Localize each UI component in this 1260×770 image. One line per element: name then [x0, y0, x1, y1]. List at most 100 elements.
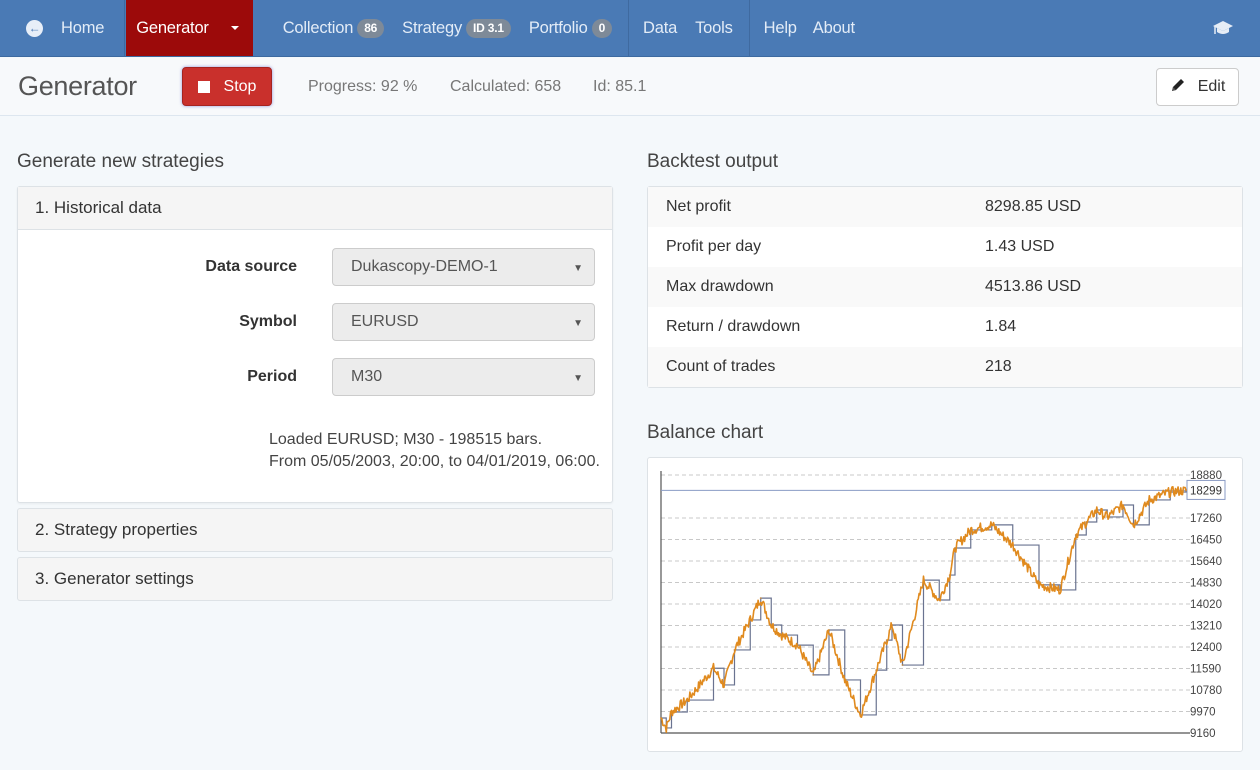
stop-button[interactable]: Stop: [182, 67, 272, 106]
nav-portfolio[interactable]: Portfolio 0: [517, 0, 628, 56]
nav-home[interactable]: ← Home: [0, 0, 124, 56]
balance-point: [969, 528, 972, 531]
balance-point: [1095, 509, 1098, 512]
period-select[interactable]: M30 ▼: [332, 358, 595, 396]
balance-point: [1106, 515, 1109, 518]
historical-data-heading[interactable]: 1. Historical data: [18, 187, 612, 230]
caret-down-icon: ▼: [573, 318, 583, 329]
loaded-data-info: Loaded EURUSD; M30 - 198515 bars. From 0…: [269, 429, 600, 473]
strategy-properties-panel[interactable]: 2. Strategy properties: [17, 508, 613, 552]
stat-row-count-of-trades: Count of trades 218: [648, 347, 1242, 387]
strategy-id-badge: ID 3.1: [466, 18, 511, 38]
balance-point: [891, 623, 893, 626]
balance-step-line: [661, 490, 1187, 729]
stat-row-return-drawdown: Return / drawdown 1.84: [648, 307, 1242, 347]
balance-point: [922, 579, 925, 582]
data-source-select[interactable]: Dukascopy-DEMO-1 ▼: [332, 248, 595, 286]
stat-label: Net profit: [666, 198, 731, 215]
current-balance-label: 18299: [1190, 485, 1222, 497]
loaded-info-line1: Loaded EURUSD; M30 - 198515 bars.: [269, 431, 543, 448]
stat-value: 218: [985, 358, 1012, 375]
tutorial-button[interactable]: [1204, 0, 1260, 56]
top-navbar: ← Home Generator Collection 86 Strategy …: [0, 0, 1260, 57]
nav-strategy-label: Strategy: [402, 18, 462, 37]
balance-point: [938, 599, 941, 602]
balance-point: [670, 711, 673, 714]
graduation-cap-icon: [1213, 21, 1233, 34]
edit-button-label: Edit: [1197, 78, 1226, 95]
backtest-section-title: Backtest output: [647, 151, 778, 172]
balance-point: [686, 699, 689, 702]
balance-point: [780, 634, 783, 637]
symbol-select[interactable]: EURUSD ▼: [332, 303, 595, 341]
balance-point: [723, 683, 725, 686]
caret-down-icon: ▼: [573, 263, 583, 274]
generate-section-title: Generate new strategies: [17, 151, 225, 172]
nav-tools[interactable]: Tools: [685, 0, 749, 56]
balance-point: [1059, 588, 1061, 591]
balance-point: [1185, 489, 1187, 492]
y-tick-label: 13210: [1190, 621, 1222, 633]
y-tick-label: 10780: [1190, 685, 1222, 697]
balance-point: [1074, 533, 1077, 536]
stat-value: 1.84: [985, 318, 1017, 335]
stat-label: Return / drawdown: [666, 318, 801, 335]
stat-value: 4513.86 USD: [985, 278, 1082, 295]
nav-generator[interactable]: Generator: [126, 0, 253, 56]
y-tick-label: 12400: [1190, 642, 1222, 654]
balance-point: [828, 629, 830, 632]
balance-point: [712, 667, 715, 670]
generator-settings-panel[interactable]: 3. Generator settings: [17, 557, 613, 601]
period-value: M30: [351, 368, 383, 385]
data-source-row: Data source Dukascopy-DEMO-1 ▼: [18, 248, 612, 286]
stop-button-label: Stop: [223, 77, 257, 95]
balance-point: [749, 618, 752, 621]
nav-collection[interactable]: Collection 86: [275, 0, 390, 56]
balance-point: [875, 669, 878, 672]
nav-help[interactable]: Help: [750, 0, 805, 56]
balance-point: [812, 673, 815, 676]
nav-home-label: Home: [61, 18, 105, 37]
symbol-row: Symbol EURUSD ▼: [18, 303, 612, 341]
caret-down-icon[interactable]: [230, 26, 239, 30]
balance-point: [901, 664, 904, 667]
arrow-circle-left-icon: ←: [26, 19, 43, 37]
caret-down-icon: ▼: [573, 373, 583, 384]
period-row: Period M30 ▼: [18, 358, 612, 396]
nav-strategy[interactable]: Strategy ID 3.1: [390, 0, 517, 56]
calculated-status: Calculated: 658: [450, 78, 562, 95]
stat-label: Profit per day: [666, 238, 762, 255]
symbol-value: EURUSD: [351, 313, 419, 330]
page-title: Generator: [18, 71, 137, 101]
balance-point: [770, 623, 773, 626]
balance-chart: 9160 9970 10780 11590 12400 13210 14020 14830 15…: [660, 470, 1226, 740]
collection-count-badge: 86: [357, 18, 385, 38]
edit-button[interactable]: Edit: [1156, 68, 1239, 106]
nav-help-label: Help: [763, 18, 797, 37]
stat-value: 1.43 USD: [985, 238, 1055, 255]
balance-point: [1132, 523, 1135, 526]
y-tick-label: 16450: [1190, 535, 1222, 547]
period-label: Period: [247, 368, 297, 385]
balance-point: [1011, 544, 1014, 547]
stat-row-max-drawdown: Max drawdown 4513.86 USD: [648, 267, 1242, 307]
balance-point: [885, 639, 888, 642]
portfolio-count-badge: 0: [591, 18, 613, 38]
y-tick-label: 14830: [1190, 578, 1222, 590]
nav-data-label: Data: [643, 18, 678, 37]
stat-label: Count of trades: [666, 358, 776, 375]
nav-portfolio-label: Portfolio: [528, 18, 588, 37]
balance-point: [1038, 583, 1040, 586]
balance-point: [954, 546, 956, 549]
nav-generator-label: Generator: [136, 18, 209, 37]
y-tick-label: 11590: [1190, 664, 1221, 676]
balance-point: [843, 678, 846, 681]
generator-toolbar: Generator Stop Progress: 92 % Calculated…: [0, 58, 1260, 116]
balance-point: [759, 597, 762, 600]
symbol-label: Symbol: [239, 313, 297, 330]
nav-about[interactable]: About: [805, 0, 863, 56]
y-tick-label: 15640: [1190, 556, 1222, 568]
stat-row-profit-per-day: Profit per day 1.43 USD: [648, 227, 1242, 267]
nav-collection-label: Collection: [282, 18, 354, 37]
nav-data[interactable]: Data: [629, 0, 685, 56]
